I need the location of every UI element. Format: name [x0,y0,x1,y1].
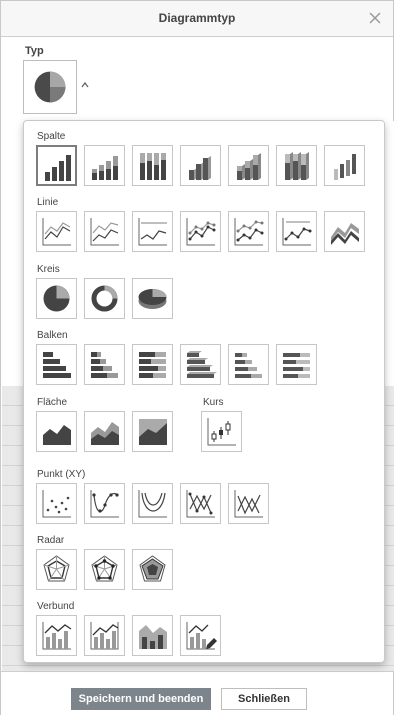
filled-radar-icon [139,555,166,582]
tile-line-3d[interactable] [324,211,365,252]
tile-col-3d-stacked[interactable] [228,145,269,186]
scatter-lines-markers-icon [186,490,215,518]
chart-type-dialog: Diagrammtyp Typ Speichern und beenden Sc… [0,0,394,715]
tile-scatter-lines-markers[interactable] [180,483,221,524]
close-button[interactable]: Schließen [221,688,307,710]
tile-scatter-lines[interactable] [228,483,269,524]
stacked-100-line-markers-icon [282,218,312,246]
group-label-scatter: Punkt (XY) [37,469,86,480]
stacked-line-markers-icon [234,218,264,246]
3d-stacked-column-icon [237,153,261,180]
group-label-stock: Kurs [203,397,224,408]
tile-scatter-smooth-markers[interactable] [84,483,125,524]
tile-line-markers[interactable] [180,211,221,252]
stacked-line-icon [90,218,119,246]
chevron-up-icon[interactable] [79,79,91,91]
scatter-lines-icon [234,490,263,518]
tile-bar-3d-stacked[interactable] [228,344,269,385]
line-chart-icon [42,218,71,246]
tile-area-stacked[interactable] [84,411,125,452]
pie-icon [43,285,70,312]
tile-line-stacked[interactable] [84,211,125,252]
tile-col-clustered[interactable] [36,145,77,186]
tile-line-stacked-100-markers[interactable] [276,211,317,252]
tile-pie-3d[interactable] [132,278,173,319]
stacked-100-bar-icon [139,352,166,378]
stacked-bar-icon [91,352,118,378]
tile-radar[interactable] [36,549,77,590]
tile-col-3d-stacked-100[interactable] [276,145,317,186]
tile-scatter[interactable] [36,483,77,524]
scatter-icon [42,490,71,518]
tile-bar-stacked[interactable] [84,344,125,385]
tile-bar-stacked-100[interactable] [132,344,173,385]
area-icon [43,425,71,445]
stacked-column-icon [92,156,118,180]
tile-pie[interactable] [36,278,77,319]
chart-type-button[interactable] [23,60,77,114]
stacked-100-line-icon [138,218,167,246]
tile-bar-clustered[interactable] [36,344,77,385]
chart-type-picker: Spalte Linie Kreis Balken Fläche Kurs Pu… [23,120,385,663]
tile-scatter-smooth[interactable] [132,483,173,524]
radar-icon [43,555,70,582]
tile-combo-col-line[interactable] [36,615,77,656]
group-label-bar: Balken [37,330,68,341]
tile-line[interactable] [36,211,77,252]
3d-pie-icon [138,289,167,309]
tile-col-stacked[interactable] [84,145,125,186]
group-label-combo: Verbund [37,601,75,612]
tile-line-stacked-markers[interactable] [228,211,269,252]
clustered-bar-icon [43,352,71,378]
type-label: Typ [25,45,44,57]
dialog-title: Diagrammtyp [158,11,236,25]
tile-area-stacked-100[interactable] [132,411,173,452]
group-label-radar: Radar [37,535,65,546]
3d-stacked-bar-icon [235,353,262,378]
tile-col-stacked-100[interactable] [132,145,173,186]
group-label-pie: Kreis [37,264,60,275]
tile-combo-col-line-secondary[interactable] [84,615,125,656]
line-markers-icon [186,218,216,246]
stacked-100-area-icon [139,419,167,445]
group-label-column: Spalte [37,131,66,142]
stacked-100-column-icon [140,153,166,180]
doughnut-icon [91,285,118,312]
tile-area[interactable] [36,411,77,452]
stock-icon [207,418,236,446]
group-label-line: Linie [37,197,59,208]
combo-area-column-icon [139,625,167,649]
tile-col-3d-clustered[interactable] [180,145,221,186]
tile-bar-3d-stacked-100[interactable] [276,344,317,385]
dialog-footer: Speichern und beenden Schließen [1,671,393,715]
scatter-smooth-markers-icon [90,490,119,518]
tile-radar-filled[interactable] [132,549,173,590]
3d-stacked-100-bar-icon [283,353,310,378]
combo-column-line-secondary-axis-icon [90,622,119,650]
group-label-area: Fläche [37,397,68,408]
tile-stock[interactable] [201,411,242,452]
combo-column-line-icon [42,622,72,650]
close-icon[interactable] [367,10,383,26]
3d-column-icon [334,154,356,180]
tile-col-3d[interactable] [324,145,365,186]
tile-combo-custom[interactable] [180,615,221,656]
tile-combo-area-col[interactable] [132,615,173,656]
dialog-titlebar: Diagrammtyp [1,1,393,37]
clustered-column-icon [45,155,71,181]
tile-radar-markers[interactable] [84,549,125,590]
3d-clustered-bar-icon [187,351,217,378]
stacked-area-icon [91,422,119,445]
3d-stacked-100-column-icon [285,152,309,180]
save-and-exit-button[interactable]: Speichern und beenden [71,688,211,710]
tile-bar-3d-clustered[interactable] [180,344,221,385]
3d-line-icon [331,223,359,245]
radar-markers-icon [91,555,118,582]
tile-line-stacked-100[interactable] [132,211,173,252]
pie-chart-icon [34,71,66,103]
custom-combo-pencil-icon [186,622,217,650]
scatter-smooth-icon [138,490,167,518]
tile-doughnut[interactable] [84,278,125,319]
3d-clustered-column-icon [189,156,211,180]
